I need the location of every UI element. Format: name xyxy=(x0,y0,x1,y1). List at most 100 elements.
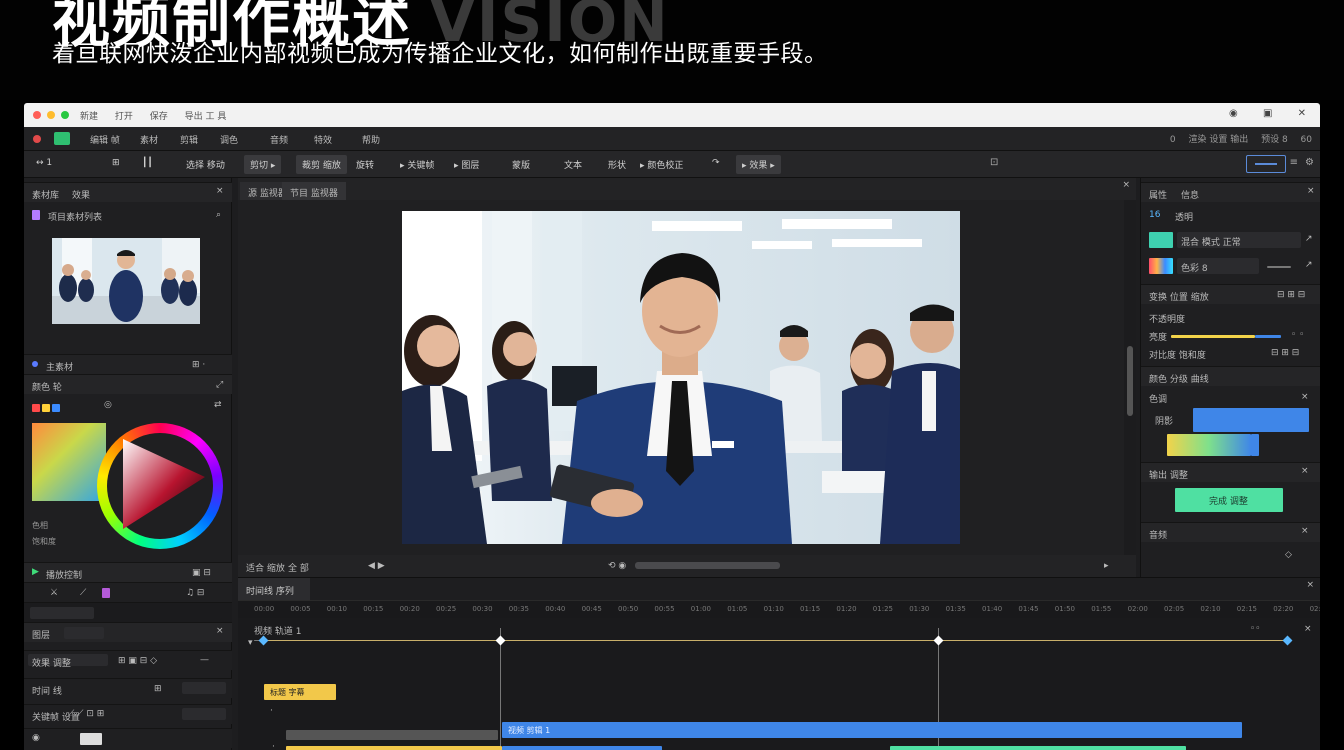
tab-properties[interactable]: 属性 xyxy=(1149,188,1167,201)
timeline-ruler[interactable]: 00:00 00:05 00:10 00:15 00:20 00:25 00:30 00:35… xyxy=(238,600,1320,618)
titlebar-menu-item[interactable]: 保存 xyxy=(150,112,168,122)
menu-item[interactable]: 帮助 xyxy=(362,133,380,146)
maximize-window-button[interactable] xyxy=(61,111,69,119)
eye-icon[interactable]: ◉ xyxy=(1229,108,1238,119)
close-icon[interactable]: × xyxy=(216,626,224,636)
video-frame[interactable] xyxy=(402,211,960,544)
tool-button[interactable]: ▸ 颜色校正 xyxy=(634,155,689,174)
section-tools-icon[interactable]: ⊟ ⊞ ⊟ xyxy=(1277,290,1305,300)
titlebar-menu-item[interactable]: 导出 工 具 xyxy=(185,112,227,122)
apply-adjust-button[interactable]: 完成 调整 xyxy=(1175,488,1283,512)
close-icon[interactable]: × xyxy=(1301,526,1309,536)
close-icon[interactable]: × xyxy=(1301,392,1309,402)
layer-tools-icon[interactable]: ⊞ ▣ ⊟ ◇ xyxy=(118,656,157,666)
playback-options-icon[interactable]: ▣ ⊟ xyxy=(192,568,211,578)
slip-icon[interactable]: ⟋ xyxy=(80,588,86,598)
sliders-icon[interactable]: ⇄ xyxy=(214,400,222,410)
tab-color-wheel[interactable]: 颜色 轮 xyxy=(32,380,62,393)
tool-button[interactable]: ↷ xyxy=(706,155,726,174)
video-clip[interactable]: 视频 剪辑 1 xyxy=(502,722,1242,738)
visibility-icon[interactable]: ◉ xyxy=(32,733,40,743)
close-icon[interactable]: × xyxy=(1122,180,1130,190)
tool-button[interactable]: 剪切 ▸ xyxy=(244,155,282,174)
red-swatch[interactable] xyxy=(32,404,40,412)
close-icon[interactable]: × xyxy=(216,186,224,196)
close-icon[interactable]: × xyxy=(1304,624,1312,634)
tab-info[interactable]: 信息 xyxy=(1181,188,1199,201)
menu-item[interactable]: 编辑 帧 xyxy=(90,133,120,146)
expand-icon[interactable]: ⤢ xyxy=(216,380,223,390)
search-icon[interactable]: ⌕ xyxy=(216,210,221,220)
layer-options-icon[interactable]: ⊞ xyxy=(154,684,162,694)
brightness-slider-fill[interactable] xyxy=(1171,335,1255,338)
tool-button[interactable]: 文本 xyxy=(558,155,588,174)
audio-clip-blue[interactable] xyxy=(502,746,662,750)
eyedropper-icon[interactable]: ◎ xyxy=(104,400,112,410)
record-icon[interactable] xyxy=(33,135,41,143)
tool-button[interactable]: ↔ 1 xyxy=(30,155,58,174)
settings-icon[interactable]: ⚙ xyxy=(1305,157,1314,168)
tool-button[interactable]: 裁剪 缩放 xyxy=(296,155,347,174)
tool-button[interactable]: 旋转 xyxy=(350,155,380,174)
contrast-tools-icon[interactable]: ⊟ ⊞ ⊟ xyxy=(1271,348,1299,358)
menubar-right-item[interactable]: 0 xyxy=(1170,135,1176,145)
layers-filter[interactable] xyxy=(64,627,104,639)
titlebar-menu-item[interactable]: 打开 xyxy=(115,112,133,122)
view-mode-toggle[interactable] xyxy=(1246,155,1286,173)
color-wheel[interactable] xyxy=(97,423,223,549)
menubar-right-item[interactable]: 60 xyxy=(1301,135,1312,145)
diamond-icon[interactable]: ◇ xyxy=(1285,550,1292,560)
menu-item[interactable]: 音频 xyxy=(270,133,288,146)
audio-icon[interactable]: ♫ ⊟ xyxy=(186,588,204,598)
yellow-swatch[interactable] xyxy=(42,404,50,412)
tool-right-icon[interactable]: ⊡ xyxy=(990,157,998,168)
tab-timeline[interactable]: 时间线 序列 xyxy=(238,578,310,600)
track-toggle-icon[interactable]: ▾ xyxy=(248,638,253,648)
layer-value-field[interactable] xyxy=(182,682,226,694)
media-thumbnail[interactable] xyxy=(52,238,200,324)
tool-right-icon[interactable]: ≡ xyxy=(1290,157,1298,168)
gradient-curve-block[interactable] xyxy=(1167,434,1251,456)
play-icon[interactable]: ▶ xyxy=(32,567,39,577)
gap-segment[interactable] xyxy=(286,730,498,740)
audio-clip-yellow[interactable] xyxy=(286,746,502,750)
keyframe-marker[interactable] xyxy=(933,635,944,646)
menu-item[interactable]: 素材 xyxy=(140,133,158,146)
slider-track[interactable] xyxy=(1267,266,1291,268)
audio-clip-green[interactable] xyxy=(890,746,1186,750)
blue-curve-block[interactable] xyxy=(1193,408,1309,432)
brightness-slider-track[interactable] xyxy=(1255,335,1281,338)
tool-button[interactable]: 蒙版 xyxy=(506,155,536,174)
tab-effects[interactable]: 效果 xyxy=(72,188,90,201)
color-depth-field[interactable]: 色彩 8 xyxy=(1177,258,1259,274)
tool-button[interactable]: ▸ 关键帧 xyxy=(394,155,440,174)
color-picker-square[interactable] xyxy=(32,423,106,501)
close-window-button[interactable] xyxy=(33,111,41,119)
close-icon[interactable]: × xyxy=(1306,580,1314,590)
close-icon[interactable]: ✕ xyxy=(1298,108,1306,119)
menubar-right-item[interactable]: 预设 8 xyxy=(1261,135,1288,145)
tool-button[interactable]: ┃┃ xyxy=(136,155,159,174)
pin-icon[interactable]: ↗ xyxy=(1305,260,1313,270)
menu-item[interactable]: 剪辑 xyxy=(180,133,198,146)
minimize-window-button[interactable] xyxy=(47,111,55,119)
menubar-right-item[interactable]: 渲染 设置 输出 xyxy=(1188,135,1248,145)
cut-icon[interactable]: ⚔ xyxy=(50,588,58,598)
tool-button[interactable]: 选择 移动 xyxy=(180,155,231,174)
teal-swatch[interactable] xyxy=(1149,232,1173,248)
grid-icon[interactable]: ⊞ · xyxy=(192,360,205,370)
slider-knobs-icon[interactable]: ◦ ◦ xyxy=(1291,330,1304,340)
viewer-vertical-scrollbar[interactable] xyxy=(1124,200,1136,555)
tool-button[interactable]: ⊞ xyxy=(106,155,126,174)
blend-mode-field[interactable]: 混合 模式 正常 xyxy=(1177,232,1301,248)
keyframe-marker[interactable] xyxy=(258,635,269,646)
minus-icon[interactable]: — xyxy=(200,655,209,665)
scrub-field[interactable] xyxy=(30,607,94,619)
gradient-swatch[interactable] xyxy=(1149,258,1173,274)
close-icon[interactable]: × xyxy=(1301,466,1309,476)
frame-step-buttons[interactable]: ◀ ▶ xyxy=(368,561,385,571)
marker-icon[interactable] xyxy=(102,588,110,598)
tab-media[interactable]: 素材库 xyxy=(32,188,59,201)
close-icon[interactable]: × xyxy=(1307,186,1315,196)
loop-icon[interactable]: ⟲ ◉ xyxy=(608,561,626,571)
